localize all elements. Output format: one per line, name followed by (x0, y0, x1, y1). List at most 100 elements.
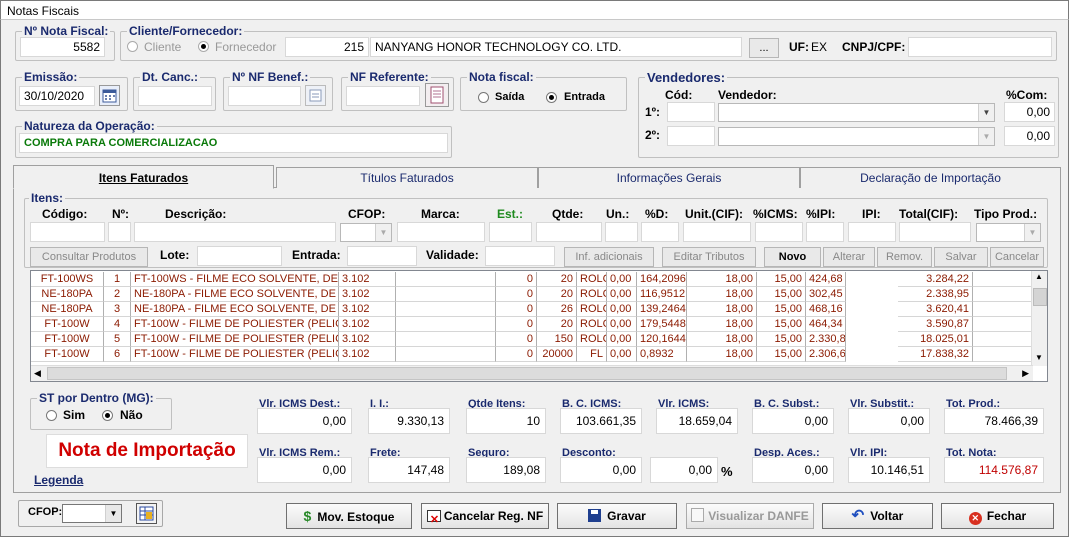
nota-fiscal-input[interactable]: 5582 (20, 37, 105, 57)
horizontal-scrollbar[interactable]: ◀ ▶ (31, 365, 1033, 381)
tab-declaracao-importacao[interactable]: Declaração de Importação (800, 167, 1061, 188)
radio-st-sim[interactable] (46, 410, 57, 421)
scroll-right-icon[interactable]: ▶ (1022, 368, 1029, 379)
table-cell: 18,00 (687, 317, 757, 332)
table-cell (973, 287, 1033, 302)
cliente-name-input[interactable]: NANYANG HONOR TECHNOLOGY CO. LTD. (370, 37, 742, 57)
visualizar-danfe-label: Visualizar DANFE (708, 509, 809, 523)
radio-entrada[interactable] (546, 92, 557, 103)
table-cell: 0,00 (607, 287, 637, 302)
remover-button[interactable]: Remov. (877, 247, 932, 267)
cfop-footer-select[interactable]: ▼ (62, 504, 122, 523)
table-cell: FT-100W - FILME DE POLIESTER (PELIC (131, 332, 339, 347)
novo-button[interactable]: Novo (764, 247, 821, 267)
item-icms-input[interactable] (755, 222, 803, 242)
item-qtde-input[interactable] (536, 222, 602, 242)
table-cell: 5 (104, 332, 131, 347)
fechar-button[interactable]: ✕ Fechar (941, 503, 1054, 529)
table-row[interactable]: FT-100W 4 FT-100W - FILME DE POLIESTER (PE… (31, 317, 1033, 332)
natureza-input[interactable]: COMPRA PARA COMERCIALIZACAO (19, 133, 448, 153)
table-cell: ROLC (577, 302, 607, 317)
nf-referente-input[interactable] (346, 86, 420, 106)
scroll-left-icon[interactable]: ◀ (34, 368, 41, 379)
item-pd-input[interactable] (641, 222, 679, 242)
item-cfop-select[interactable]: ▼ (340, 223, 392, 242)
item-total-input[interactable] (899, 222, 971, 242)
vendedor2-com-input[interactable]: 0,00 (1004, 126, 1055, 146)
tab-itens-faturados[interactable]: Itens Faturados (13, 165, 274, 189)
item-ipi-pct-input[interactable] (806, 222, 844, 242)
table-row[interactable]: FT-100WS 1 FT-100WS - FILME ECO SOLVENTE, … (31, 272, 1033, 287)
salvar-button[interactable]: Salvar (934, 247, 988, 267)
com-header: %Com: (1006, 88, 1048, 102)
table-cell: 0 (496, 347, 537, 362)
nota-importacao-badge: Nota de Importação (46, 434, 248, 468)
table-cell: FT-100W (31, 317, 104, 332)
visualizar-danfe-button[interactable]: Visualizar DANFE (686, 503, 814, 529)
browse-cliente-button[interactable]: ... (749, 38, 779, 58)
radio-st-nao[interactable] (102, 410, 113, 421)
nf-referente-doc-icon[interactable] (425, 83, 449, 107)
vendedor2-code-input[interactable] (667, 126, 715, 146)
table-row[interactable]: FT-100W 5 FT-100W - FILME DE POLIESTER (PE… (31, 332, 1033, 347)
qtde-header: Qtde: (552, 207, 584, 221)
vendedor1-code-input[interactable] (667, 102, 715, 122)
desconto-value[interactable]: 0,00 (560, 457, 642, 483)
editar-tributos-button[interactable]: Editar Tributos (662, 247, 756, 267)
item-est-input[interactable] (489, 222, 532, 242)
cancelar-reg-button[interactable]: ✕ Cancelar Reg. NF (421, 503, 549, 529)
item-ipi-input[interactable] (848, 222, 896, 242)
table-cell: 3.620,41 (898, 302, 973, 317)
emissao-input[interactable]: 30/10/2020 (19, 86, 95, 106)
dt-canc-input[interactable] (138, 86, 212, 106)
vendedor1-select[interactable]: ▼ (718, 103, 995, 122)
legenda-link[interactable]: Legenda (34, 473, 83, 487)
lote-input[interactable] (197, 246, 282, 266)
radio-saida[interactable] (478, 92, 489, 103)
radio-fornecedor[interactable] (198, 41, 209, 52)
grid-config-icon[interactable] (136, 503, 157, 524)
vendedor1-com-input[interactable]: 0,00 (1004, 102, 1055, 122)
alterar-button[interactable]: Alterar (823, 247, 875, 267)
table-row[interactable]: NE-180PA 3 NE-180PA - FILME ECO SOLVENTE, … (31, 302, 1033, 317)
item-codigo-input[interactable] (30, 222, 105, 242)
bc-icms-value: 103.661,35 (560, 408, 642, 434)
seguro-value: 189,08 (466, 457, 546, 483)
radio-cliente[interactable] (127, 41, 138, 52)
cliente-code-input[interactable]: 215 (285, 37, 369, 57)
item-unit-input[interactable] (683, 222, 751, 242)
vertical-scrollbar[interactable]: ▲ ▼ (1031, 271, 1047, 366)
item-tipo-select[interactable]: ▼ (976, 223, 1041, 242)
desp-aces-value: 0,00 (752, 457, 834, 483)
mov-estoque-button[interactable]: $ Mov. Estoque (286, 503, 412, 529)
inf-adicionais-button[interactable]: Inf. adicionais (564, 247, 654, 267)
tab-titulos-faturados[interactable]: Títulos Faturados (276, 167, 538, 188)
cnpj-input[interactable] (908, 37, 1052, 57)
desconto-pct-value[interactable]: 0,00 (650, 457, 718, 483)
voltar-button[interactable]: ↶ Voltar (822, 503, 933, 529)
table-row[interactable]: FT-100W 6 FT-100W - FILME DE POLIESTER (PE… (31, 347, 1033, 362)
itens-grid[interactable]: FT-100WS 1 FT-100WS - FILME ECO SOLVENTE, … (30, 270, 1048, 382)
table-cell: 3.284,22 (898, 272, 973, 287)
table-row[interactable]: NE-180PA 2 NE-180PA - FILME ECO SOLVENTE, … (31, 287, 1033, 302)
item-n-input[interactable] (108, 222, 131, 242)
gravar-button[interactable]: Gravar (557, 503, 677, 529)
tab-informacoes-gerais[interactable]: Informações Gerais (538, 167, 800, 188)
scroll-up-icon[interactable]: ▲ (1035, 272, 1043, 281)
validade-input[interactable] (485, 246, 555, 266)
item-un-input[interactable] (605, 222, 638, 242)
cancelar-item-button[interactable]: Cancelar (990, 247, 1044, 267)
entrada-item-input[interactable] (347, 246, 417, 266)
nf-benef-input[interactable] (228, 86, 301, 106)
consultar-produtos-button[interactable]: Consultar Produtos (30, 247, 148, 267)
table-cell (396, 302, 496, 317)
nf-benef-lookup-icon[interactable] (305, 85, 326, 106)
item-descricao-input[interactable] (134, 222, 336, 242)
calendar-icon[interactable] (99, 85, 120, 106)
vertical-scroll-thumb[interactable] (1033, 288, 1047, 306)
dt-canc-label: Dt. Canc.: (140, 70, 201, 84)
scroll-down-icon[interactable]: ▼ (1035, 353, 1043, 362)
vendedor2-select[interactable]: ▼ (718, 127, 995, 146)
item-marca-input[interactable] (397, 222, 485, 242)
horizontal-scroll-thumb[interactable] (47, 367, 1007, 380)
